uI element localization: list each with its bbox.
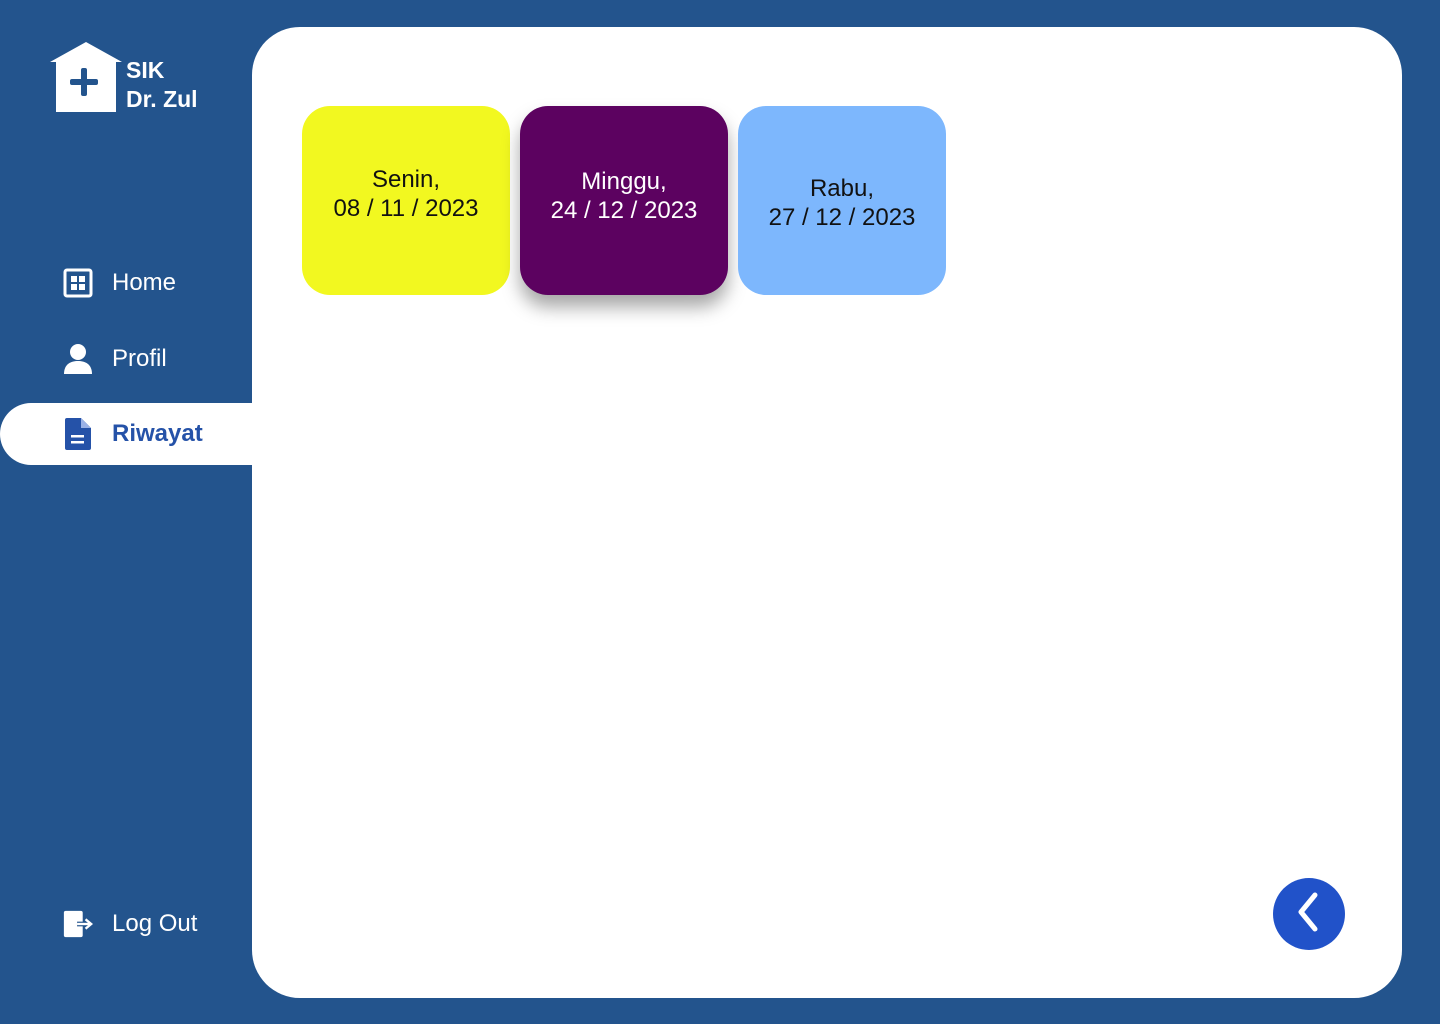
user-icon [62, 343, 94, 375]
logout-icon [62, 908, 94, 940]
sidebar-item-profil[interactable]: Profil [0, 328, 252, 390]
history-card[interactable]: Rabu, 27 / 12 / 2023 [738, 106, 946, 295]
sidebar-item-label: Home [112, 269, 177, 296]
brand-line-2: Dr. Zul [126, 86, 198, 112]
sidebar-item-riwayat[interactable]: Riwayat [0, 403, 252, 465]
history-card-date: 24 / 12 / 2023 [550, 196, 698, 224]
logout-label: Log Out [112, 910, 198, 937]
history-card-day: Minggu, [581, 167, 667, 195]
logout-button[interactable]: Log Out [0, 893, 252, 955]
history-card-list: Senin, 08 / 11 / 2023 Minggu, 24 / 12 / … [302, 106, 946, 295]
sidebar-item-label: Profil [112, 345, 167, 372]
sidebar-item-home[interactable]: Home [0, 252, 252, 314]
history-card[interactable]: Minggu, 24 / 12 / 2023 [520, 106, 728, 295]
brand: SIK Dr. Zul [50, 40, 198, 116]
main-panel: Senin, 08 / 11 / 2023 Minggu, 24 / 12 / … [252, 27, 1402, 998]
history-card-date: 27 / 12 / 2023 [768, 203, 916, 231]
chevron-left-icon [1291, 890, 1327, 939]
history-card-date: 08 / 11 / 2023 [333, 194, 479, 222]
sidebar-item-label: Riwayat [112, 420, 203, 447]
grid-icon [62, 267, 94, 299]
sidebar: SIK Dr. Zul Home Profil Riwayat Log Out [0, 0, 252, 1024]
brand-name: SIK Dr. Zul [126, 56, 198, 114]
back-button[interactable] [1273, 878, 1345, 950]
history-card[interactable]: Senin, 08 / 11 / 2023 [302, 106, 510, 295]
history-card-day: Rabu, [809, 174, 875, 202]
brand-line-1: SIK [126, 57, 165, 83]
medical-house-icon [50, 40, 122, 116]
document-icon [62, 418, 94, 450]
history-card-day: Senin, [371, 165, 441, 193]
